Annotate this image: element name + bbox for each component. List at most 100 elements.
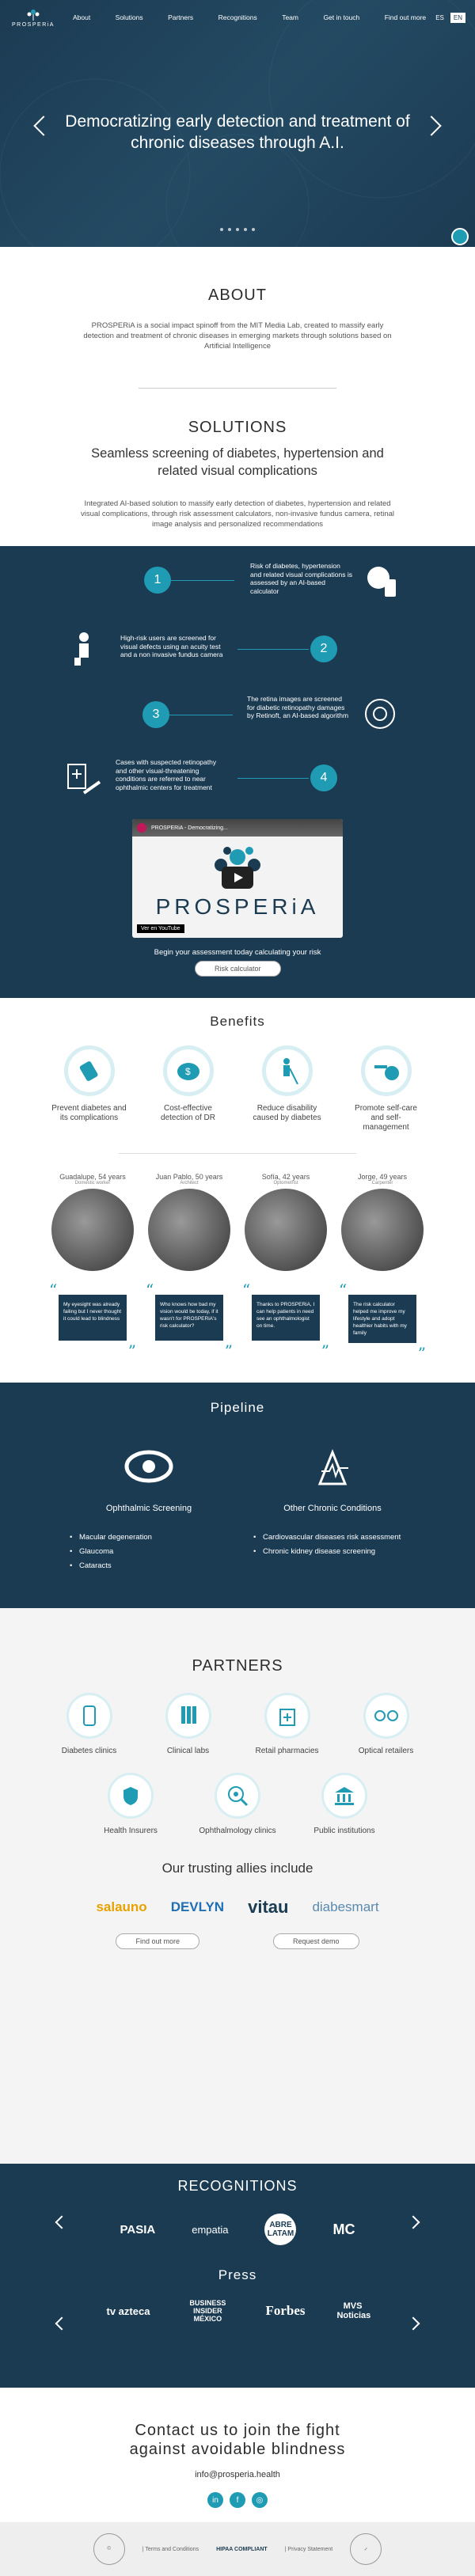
partner-type: Diabetes clinics (50, 1693, 129, 1755)
testimonial-card: Guadalupe, 54 years Domestic worker “ My… (49, 1173, 136, 1359)
nav-solutions[interactable]: Solutions (116, 13, 143, 21)
benefits-section: Benefits Prevent diabetes and its compli… (0, 998, 475, 1383)
watch-on-youtube-button[interactable]: Ver en YouTube (137, 924, 184, 933)
youtube-video-embed[interactable]: PROSPERiA - Democratizing... PROSPERiA V… (132, 819, 343, 938)
language-switcher: ES EN (432, 12, 466, 23)
press-logo: Forbes (265, 2303, 306, 2318)
nav-team[interactable]: Team (282, 13, 298, 21)
solutions-block: SOLUTIONS Seamless screening of diabetes… (79, 419, 396, 529)
partner-label: Optical retailers (358, 1747, 414, 1755)
step-1: 1 Risk of diabetes, hypertension and rel… (0, 560, 475, 624)
recognitions-logos: PASIA empatia ABRE LATAM MC (0, 2214, 475, 2245)
institution-icon (321, 1773, 367, 1819)
partner-label: Diabetes clinics (61, 1747, 117, 1755)
privacy-link[interactable]: | Privacy Statement (285, 2547, 333, 2552)
testimonial-quote: “ Who knows how bad my vision would be t… (146, 1282, 233, 1359)
pipeline-item: Chronic kidney disease screening (253, 1545, 412, 1559)
lang-es[interactable]: ES (432, 13, 447, 23)
step-number: 3 (142, 701, 169, 728)
step-text: High-risk users are screened for visual … (120, 634, 223, 658)
divider (119, 1153, 356, 1154)
linkedin-icon[interactable]: in (207, 2492, 223, 2508)
calculator-phone-icon (367, 567, 396, 597)
pipeline-item: Cataracts (70, 1559, 228, 1573)
pipeline-col-title: Ophthalmic Screening (105, 1504, 192, 1513)
pipeline-section: Pipeline Ophthalmic Screening Macular de… (0, 1383, 475, 1608)
benefit-item: Reduce disability caused by diabetes (249, 1045, 325, 1132)
terms-link[interactable]: | Terms and Conditions (142, 2547, 199, 2552)
hipaa-badge: HIPAA COMPLIANT (216, 2546, 268, 2552)
open-quote-icon: “ (339, 1280, 348, 1299)
play-button-icon[interactable] (222, 867, 253, 889)
recognitions-section: RECOGNITIONS PASIA empatia ABRE LATAM MC… (0, 2164, 475, 2388)
allies-logos: salauno DEVLYN vitau diabesmart (0, 1897, 475, 1918)
instagram-icon[interactable]: ◎ (252, 2492, 268, 2508)
benefit-label: Prevent diabetes and its complications (51, 1104, 127, 1122)
pipeline-chronic: Other Chronic Conditions Cardiovascular … (253, 1444, 412, 1559)
testimonial-quote-text: Thanks to PROSPERiA, I can help patients… (256, 1302, 315, 1329)
carousel-dot[interactable] (220, 228, 223, 231)
lang-en[interactable]: EN (450, 12, 466, 23)
dumbbell-apple-icon (360, 1045, 412, 1096)
ally-logo-vitau: vitau (248, 1897, 289, 1917)
pharmacy-icon (264, 1693, 310, 1739)
step-3: 3 The retina images are screened for dia… (0, 695, 475, 758)
social-links: in f ◎ (0, 2492, 475, 2508)
testimonial-name: Juan Pablo, 50 years (155, 1173, 223, 1181)
solutions-subtitle: Seamless screening of diabetes, hyperten… (91, 446, 384, 478)
video-title: PROSPERiA - Democratizing... (151, 825, 228, 831)
partner-label: Public institutions (314, 1827, 375, 1835)
nav-recognitions[interactable]: Recognitions (218, 13, 257, 21)
certification-badge-icon: © (93, 2533, 125, 2565)
carousel-dot[interactable] (236, 228, 239, 231)
partner-label: Retail pharmacies (255, 1747, 319, 1755)
step-number: 1 (144, 567, 171, 594)
open-quote-icon: “ (242, 1280, 251, 1299)
about-title: ABOUT (208, 286, 267, 304)
nav-partners[interactable]: Partners (168, 13, 193, 21)
glasses-icon (363, 1693, 409, 1739)
nav-about[interactable]: About (73, 13, 90, 21)
contact-email[interactable]: info@prosperia.health (0, 2470, 475, 2479)
divider (139, 388, 336, 389)
logo-tree-icon (27, 9, 40, 21)
step-4: Cases with suspected retinopathy and oth… (0, 758, 475, 821)
eye-test-icon (74, 632, 89, 666)
testimonial-photo (148, 1189, 230, 1271)
pipeline-list: Cardiovascular diseases risk assessment … (253, 1531, 412, 1559)
nav-get-in-touch[interactable]: Get in touch (323, 13, 359, 21)
shield-icon (108, 1773, 154, 1819)
risk-calculator-button[interactable]: Risk calculator (195, 961, 281, 977)
testimonial-name: Guadalupe, 54 years (59, 1173, 126, 1181)
testimonial-quote: “ Thanks to PROSPERiA, I can help patien… (242, 1282, 329, 1359)
nav-find-out-more[interactable]: Find out more (385, 13, 426, 21)
carousel-dot[interactable] (244, 228, 247, 231)
solutions-title: SOLUTIONS (188, 419, 287, 436)
video-title-bar: PROSPERiA - Democratizing... (132, 819, 343, 837)
partner-type: Retail pharmacies (248, 1693, 327, 1755)
brand-logo[interactable]: PROSPERiA (10, 8, 57, 28)
recognition-logo: ABRE LATAM (264, 2214, 297, 2245)
step-text: The retina images are screened for diabe… (247, 695, 349, 719)
step-connector (238, 778, 309, 779)
partners-section: PARTNERS Diabetes clinics Clinical labs … (0, 1608, 475, 2164)
chat-widget-icon[interactable] (451, 228, 469, 245)
press-title: Press (218, 2267, 257, 2282)
close-quote-icon: ” (321, 1341, 329, 1360)
request-demo-button[interactable]: Request demo (272, 1933, 359, 1949)
facebook-icon[interactable]: f (230, 2492, 245, 2508)
testimonial-card: Juan Pablo, 50 years Architect “ Who kno… (146, 1173, 233, 1359)
logo-text: PROSPERiA (12, 21, 55, 28)
partner-type: Ophthalmology clinics (198, 1773, 277, 1835)
carousel-dot[interactable] (228, 228, 231, 231)
testimonial-role: Optometrist (273, 1181, 298, 1186)
find-out-more-button[interactable]: Find out more (116, 1933, 200, 1949)
step-text: Risk of diabetes, hypertension and relat… (250, 562, 352, 595)
carousel-dot[interactable] (252, 228, 255, 231)
solutions-text: Integrated AI-based solution to massify … (80, 499, 394, 529)
pipeline-ophthalmic: Ophthalmic Screening Macular degeneratio… (70, 1444, 228, 1573)
press-logos: tv azteca BUSINESS INSIDER MÉXICO Forbes… (0, 2299, 475, 2323)
benefit-label: Promote self-care and self-management (355, 1104, 417, 1132)
step-2: High-risk users are screened for visual … (0, 629, 475, 692)
press-logo: BUSINESS INSIDER MÉXICO (189, 2299, 226, 2323)
